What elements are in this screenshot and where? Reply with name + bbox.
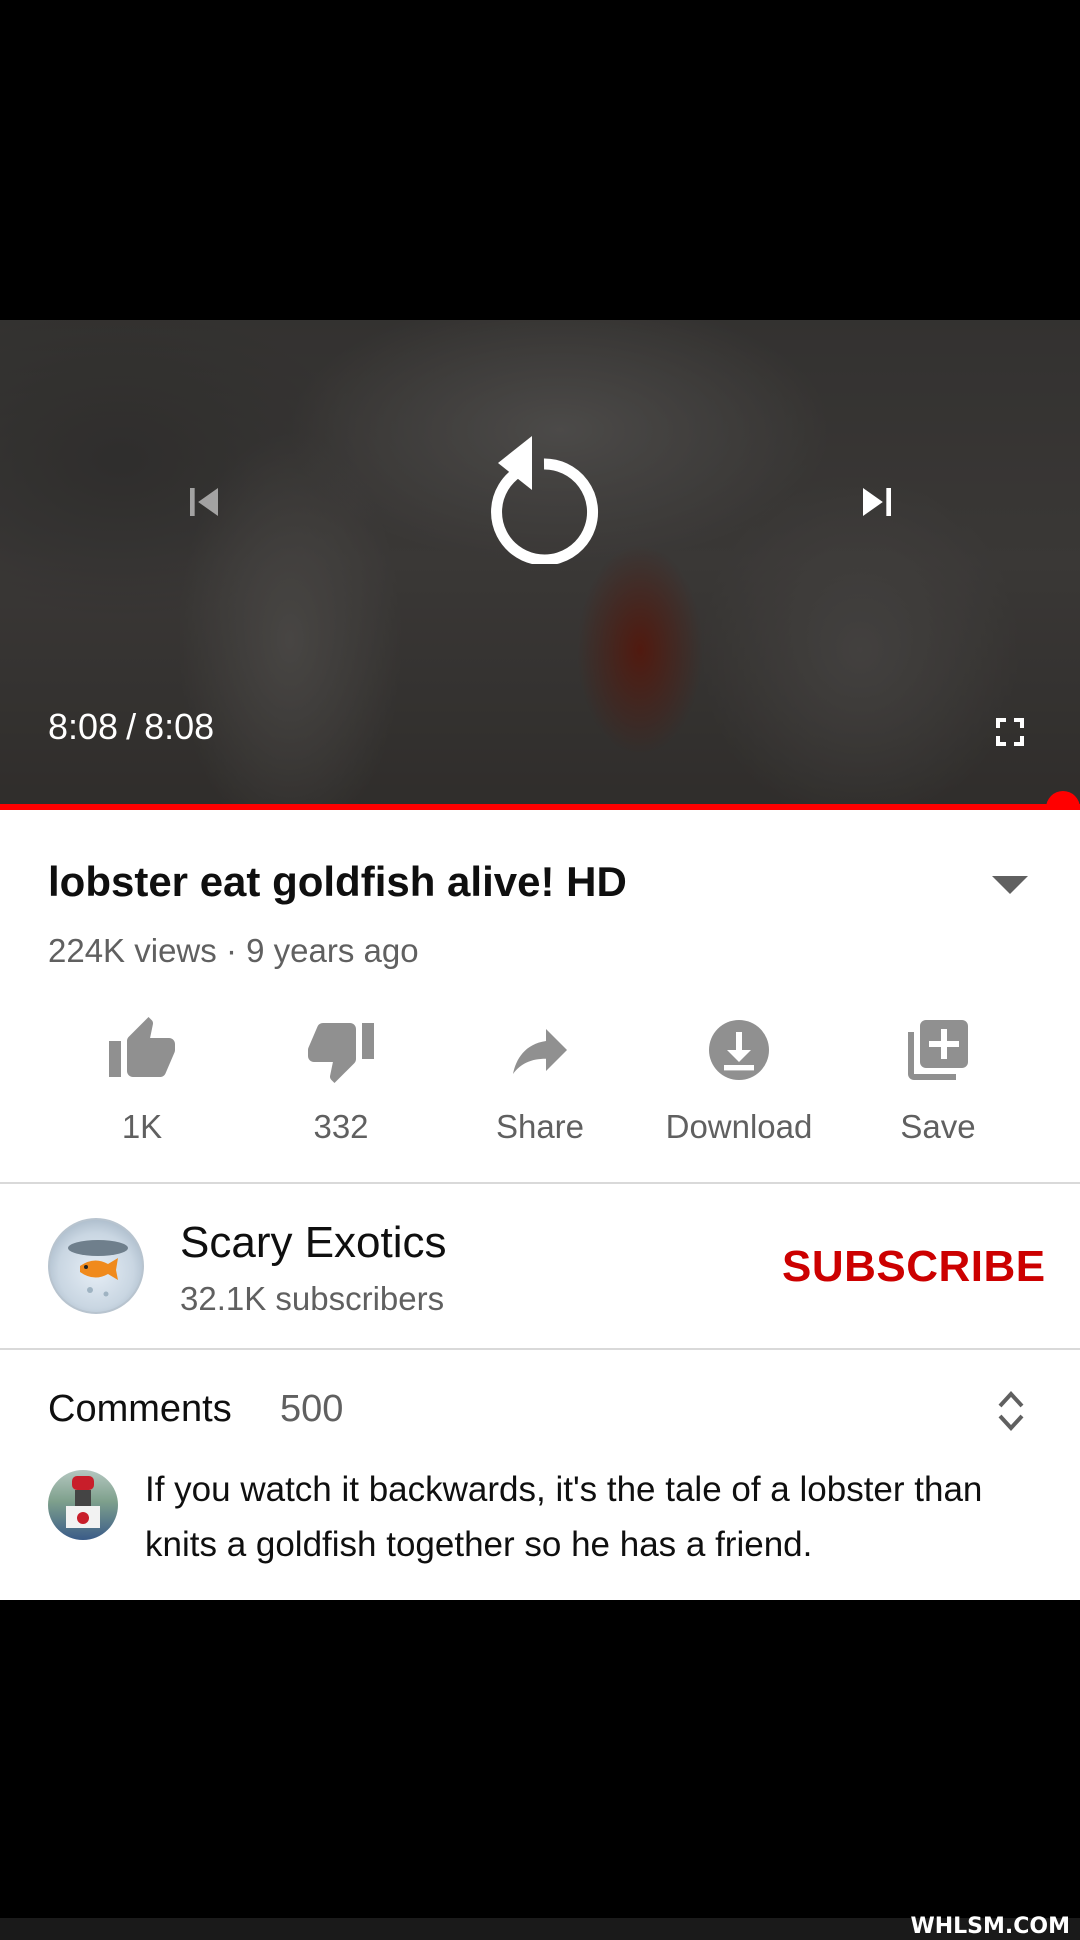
current-time: 8:08	[48, 706, 119, 747]
duration: 8:08	[144, 706, 215, 747]
like-count: 1K	[121, 1108, 163, 1145]
download-label: Download	[665, 1108, 813, 1145]
video-meta: 224K views · 9 years ago	[48, 932, 419, 970]
dislike-button[interactable]: 332	[241, 1010, 441, 1146]
commenter-avatar[interactable]	[48, 1470, 118, 1540]
share-button[interactable]: Share	[440, 1010, 640, 1146]
divider	[0, 1182, 1080, 1184]
view-count: 224K views	[48, 932, 217, 969]
dislike-count: 332	[313, 1108, 369, 1145]
save-label: Save	[900, 1108, 976, 1145]
skip-next-icon[interactable]	[845, 470, 909, 534]
channel-name[interactable]: Scary Exotics	[180, 1218, 447, 1268]
skip-previous-icon[interactable]	[172, 470, 236, 534]
video-title: lobster eat goldfish alive! HD	[48, 858, 627, 905]
watermark: WHLSM.COM	[910, 1914, 1070, 1939]
action-bar: 1K 332 Share Download Save	[0, 1010, 1080, 1160]
fullscreen-icon[interactable]	[982, 704, 1038, 760]
like-button[interactable]: 1K	[42, 1010, 242, 1146]
video-player[interactable]: 8:08/8:08	[0, 320, 1080, 806]
comments-count: 500	[280, 1388, 344, 1430]
top-comment: If you watch it backwards, it's the tale…	[145, 1470, 983, 1564]
thumbs-up-icon	[42, 1010, 242, 1090]
upload-age: 9 years ago	[246, 932, 419, 969]
subscriber-count: 32.1K subscribers	[180, 1280, 445, 1317]
share-icon	[440, 1010, 640, 1090]
share-label: Share	[495, 1108, 585, 1145]
top-letterbox	[0, 0, 1080, 320]
watch-details: lobster eat goldfish alive! HD 224K view…	[0, 810, 1080, 1600]
download-button[interactable]: Download	[639, 1010, 839, 1146]
comments-header[interactable]: Comments	[48, 1388, 232, 1431]
playlist-add-icon	[838, 1010, 1038, 1090]
expand-collapse-icon[interactable]	[994, 1386, 1028, 1436]
meta-dot: ·	[225, 932, 237, 969]
time-display: 8:08/8:08	[48, 706, 214, 748]
subscribe-button[interactable]: SUBSCRIBE	[782, 1242, 1046, 1292]
replay-icon[interactable]	[478, 428, 604, 564]
download-icon	[639, 1010, 839, 1090]
chevron-down-icon[interactable]	[990, 870, 1030, 900]
time-separator: /	[126, 706, 137, 747]
thumbs-down-icon	[241, 1010, 441, 1090]
save-button[interactable]: Save	[838, 1010, 1038, 1146]
channel-avatar[interactable]	[48, 1218, 144, 1314]
divider	[0, 1348, 1080, 1350]
bottom-letterbox	[0, 1600, 1080, 1940]
